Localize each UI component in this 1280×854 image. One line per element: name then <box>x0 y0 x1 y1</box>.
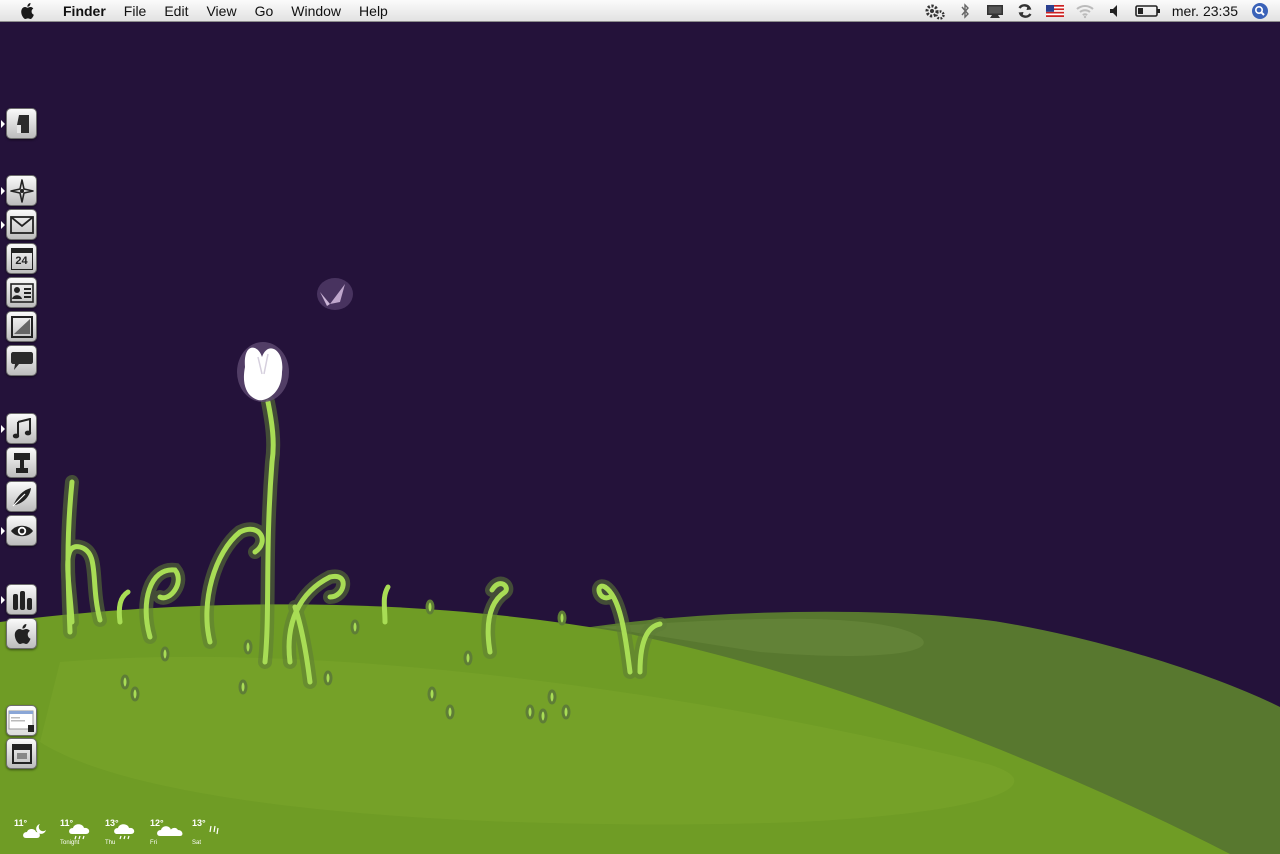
dock-item-ical[interactable]: 24 <box>6 243 37 274</box>
menu-edit[interactable]: Edit <box>155 0 197 22</box>
chat-bubble-icon <box>10 351 33 370</box>
document-stack-icon <box>8 710 34 732</box>
running-indicator <box>1 221 5 229</box>
weather-day: 13° Thu <box>103 816 143 850</box>
menu-bar: Finder File Edit View Go Window Help mer… <box>0 0 1280 22</box>
address-book-icon <box>9 282 34 303</box>
sync-icon[interactable] <box>1010 0 1040 22</box>
lamp-icon <box>13 452 30 473</box>
rain-icon <box>209 825 219 835</box>
weather-temp: 13° <box>192 818 206 828</box>
battery-icon[interactable] <box>1130 0 1166 22</box>
menu-file[interactable]: File <box>115 0 156 22</box>
spotlight-icon[interactable] <box>1248 0 1272 22</box>
menu-app-name[interactable]: Finder <box>54 0 115 22</box>
dock-item-activity-monitor[interactable] <box>6 584 37 615</box>
menu-go[interactable]: Go <box>246 0 283 22</box>
desktop-wallpaper <box>0 22 1280 854</box>
weather-forecast: 11° 11° Tonight 13° Thu 12° Fri 13° Sat <box>12 816 222 850</box>
dock-item-preview[interactable] <box>6 311 37 342</box>
running-indicator <box>1 120 5 128</box>
menu-clock[interactable]: mer. 23:35 <box>1166 3 1248 19</box>
wifi-icon[interactable] <box>1070 0 1100 22</box>
feather-icon <box>12 487 31 506</box>
volume-icon[interactable] <box>1100 0 1130 22</box>
dock-item-itunes[interactable] <box>6 413 37 444</box>
apple-menu-icon[interactable] <box>16 2 38 19</box>
running-indicator <box>1 187 5 195</box>
calendar-date: 24 <box>15 254 28 267</box>
dock-item-quick-look[interactable] <box>6 515 37 546</box>
weather-day-label: Fri <box>150 840 157 846</box>
dock-item-automator[interactable] <box>6 447 37 478</box>
display-icon[interactable] <box>980 0 1010 22</box>
cloudy-icon <box>157 826 183 836</box>
finder-icon <box>16 114 29 133</box>
gear-icon[interactable] <box>920 0 950 22</box>
weather-day: 13° Sat <box>190 816 230 850</box>
weather-day-label: Sat <box>192 840 202 846</box>
partly-cloudy-night-icon <box>23 824 46 838</box>
apple-icon <box>14 623 30 644</box>
running-indicator <box>1 527 5 535</box>
bluetooth-icon[interactable] <box>950 0 980 22</box>
running-indicator <box>1 596 5 604</box>
menu-view[interactable]: View <box>197 0 245 22</box>
rain-cloud-icon <box>69 824 90 840</box>
dock-item-finder[interactable] <box>6 108 37 139</box>
compass-icon <box>9 178 34 203</box>
dock-item-documents-stack[interactable] <box>6 705 37 736</box>
preview-icon <box>10 315 33 338</box>
eye-icon <box>10 525 33 536</box>
music-note-icon <box>12 417 31 438</box>
dock-item-script-editor[interactable] <box>6 481 37 512</box>
bar-chart-icon <box>12 590 32 610</box>
weather-day: 12° Fri <box>148 816 188 850</box>
dock-item-address-book[interactable] <box>6 277 37 308</box>
mail-icon <box>9 215 34 234</box>
us-flag-icon[interactable] <box>1040 0 1070 22</box>
dock-item-safari[interactable] <box>6 175 37 206</box>
menu-help[interactable]: Help <box>350 0 397 22</box>
menu-window[interactable]: Window <box>282 0 350 22</box>
dock-item-trash[interactable] <box>6 738 37 769</box>
dock: 24 <box>0 0 40 854</box>
dock-item-mail[interactable] <box>6 209 37 240</box>
calendar-icon: 24 <box>10 247 33 270</box>
dock-item-system-preferences[interactable] <box>6 618 37 649</box>
running-indicator <box>1 425 5 433</box>
rain-cloud-icon <box>114 824 135 840</box>
trash-icon <box>11 743 32 764</box>
dock-item-ichat[interactable] <box>6 345 37 376</box>
weather-day: 11° <box>12 816 52 850</box>
weather-day: 11° Tonight <box>58 816 98 850</box>
